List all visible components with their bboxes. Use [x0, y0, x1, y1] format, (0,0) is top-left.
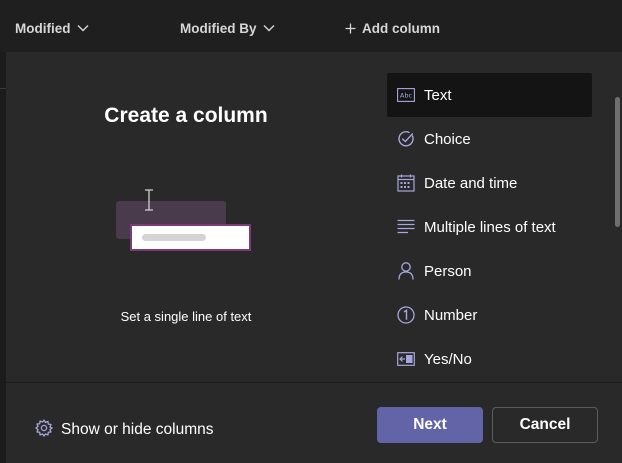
svg-text:Abc: Abc [400, 92, 413, 100]
column-header-modified-by[interactable]: Modified By [180, 19, 275, 37]
panel-footer: Show or hide columns Next Cancel [6, 382, 622, 463]
column-header-modified[interactable]: Modified [15, 19, 89, 37]
text-field-illustration-icon [114, 188, 254, 258]
text-abc-icon: Abc [397, 86, 415, 104]
column-type-multiple-lines-of-text[interactable]: Multiple lines of text [387, 205, 592, 249]
cancel-button[interactable]: Cancel [492, 407, 598, 443]
show-hide-columns-button[interactable]: Show or hide columns [34, 418, 214, 442]
list-column-header: Modified Modified By Add column [0, 0, 622, 52]
column-type-yes-no[interactable]: Yes/No [387, 337, 592, 381]
add-column-label: Add column [362, 20, 440, 36]
calendar-icon [397, 174, 415, 192]
type-list-scrollbar[interactable] [613, 52, 622, 382]
create-column-panel: Create a column Set a single line of tex… [6, 52, 622, 463]
plus-icon [345, 23, 356, 34]
multiline-text-icon [397, 218, 415, 236]
column-type-date-and-time[interactable]: Date and time [387, 161, 592, 205]
column-type-label: Person [424, 262, 472, 280]
check-circle-icon [397, 130, 415, 148]
toggle-yes-no-icon [397, 350, 415, 368]
panel-title: Create a column [104, 104, 268, 127]
add-column-button[interactable]: Add column [345, 19, 440, 37]
person-icon [397, 262, 415, 280]
column-type-label: Text [424, 86, 452, 104]
show-hide-columns-label: Show or hide columns [61, 421, 214, 438]
column-type-list: Abc Text Choice Date and time Multiple l… [387, 73, 592, 382]
chevron-down-icon [263, 24, 275, 32]
column-type-number[interactable]: Number [387, 293, 592, 337]
gear-icon [34, 418, 54, 442]
column-header-label: Modified [15, 20, 71, 36]
type-description: Set a single line of text [120, 309, 252, 324]
scrollbar-thumb[interactable] [615, 97, 620, 227]
column-type-label: Yes/No [424, 350, 472, 368]
chevron-down-icon [77, 24, 89, 32]
column-header-label: Modified By [180, 20, 257, 36]
column-type-label: Choice [424, 130, 471, 148]
number-one-icon [397, 306, 415, 324]
column-type-text[interactable]: Abc Text [387, 73, 592, 117]
column-type-person[interactable]: Person [387, 249, 592, 293]
column-type-label: Date and time [424, 174, 518, 192]
column-type-label: Multiple lines of text [424, 218, 556, 236]
column-preview-pane: Create a column Set a single line of tex… [6, 52, 366, 382]
column-type-label: Number [424, 306, 478, 324]
column-type-choice[interactable]: Choice [387, 117, 592, 161]
next-button[interactable]: Next [377, 407, 483, 443]
